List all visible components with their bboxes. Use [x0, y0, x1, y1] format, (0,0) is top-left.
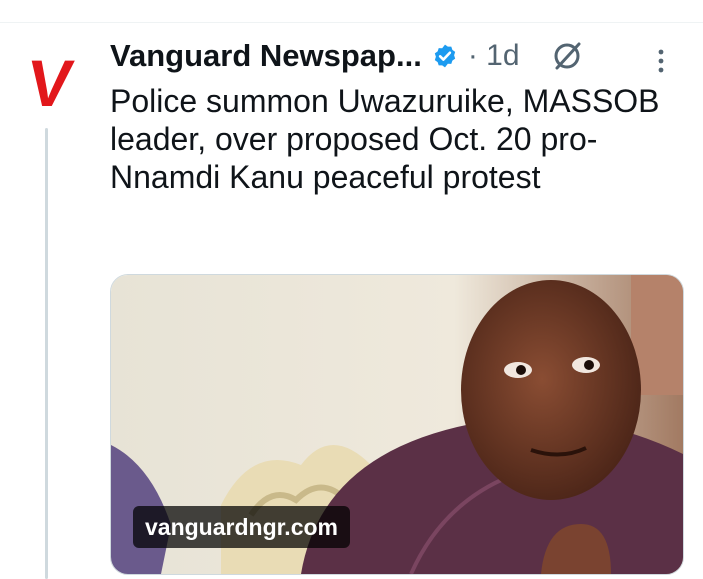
- top-divider: [0, 22, 703, 23]
- grok-icon[interactable]: [550, 39, 584, 73]
- avatar-letter: V: [23, 48, 77, 118]
- tweet-timestamp[interactable]: · 1d: [468, 39, 520, 73]
- thread-line: [45, 128, 48, 579]
- avatar[interactable]: V: [14, 48, 84, 118]
- tweet-text: Police summon Uwazuruike, MASSOB leader,…: [110, 83, 660, 195]
- link-domain-badge[interactable]: vanguardngr.com: [133, 506, 350, 548]
- more-vertical-icon[interactable]: [657, 48, 665, 79]
- tweet-header: Vanguard Newspap... · 1d: [110, 34, 677, 78]
- author-name[interactable]: Vanguard Newspap...: [110, 38, 422, 74]
- verified-badge-icon[interactable]: [432, 43, 458, 69]
- vanguard-logo: V: [23, 48, 77, 118]
